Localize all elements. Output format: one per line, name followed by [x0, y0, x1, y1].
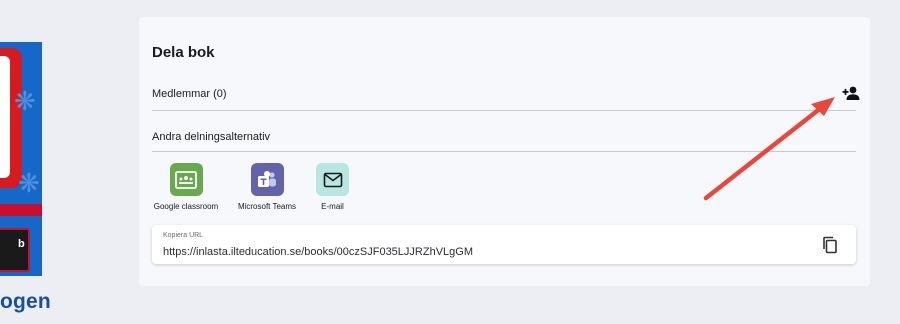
google-classroom-icon: [169, 163, 203, 196]
leaf-decoration-icon: ❋: [18, 168, 40, 198]
share-option-label: Microsoft Teams: [237, 202, 297, 211]
share-book-panel: Dela bok Medlemmar (0) Andra delningsalt…: [139, 17, 870, 286]
share-microsoft-teams-button[interactable]: Microsoft Teams: [234, 163, 300, 211]
share-option-label: Google classroom: [153, 202, 219, 211]
cover-strip: [0, 204, 42, 216]
share-google-classroom-button[interactable]: Google classroom: [152, 163, 220, 211]
share-option-label: E-mail: [321, 202, 344, 211]
other-options-row: Andra delningsalternativ: [152, 125, 856, 152]
members-row: Medlemmar (0): [152, 81, 860, 111]
microsoft-teams-icon: [250, 163, 284, 196]
book-cover[interactable]: ❋ ❋ b: [0, 42, 42, 276]
person-add-icon[interactable]: [842, 85, 860, 101]
share-email-button[interactable]: E-mail: [316, 163, 349, 211]
email-icon: [316, 163, 349, 196]
cover-inner-text: b: [18, 238, 25, 250]
cover-frame-inner: [0, 56, 10, 178]
members-label: Medlemmar (0): [152, 88, 227, 100]
leaf-decoration-icon: ❋: [14, 86, 36, 116]
other-options-label: Andra delningsalternativ: [152, 131, 271, 143]
url-value[interactable]: https://inlasta.ilteducation.se/books/00…: [163, 246, 473, 258]
url-caption: Kopiera URL: [163, 232, 204, 239]
book-title[interactable]: ogen: [0, 290, 51, 314]
copy-icon[interactable]: [822, 236, 838, 254]
copy-url-field[interactable]: Kopiera URL https://inlasta.ilteducation…: [152, 225, 856, 264]
panel-title: Dela bok: [152, 44, 215, 61]
cover-inner-panel: b: [0, 228, 30, 272]
